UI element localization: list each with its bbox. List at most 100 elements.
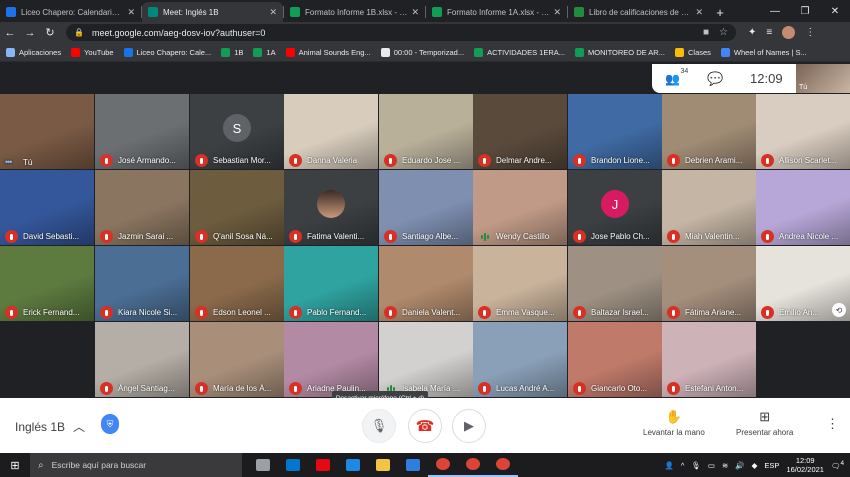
participant-tile[interactable]: Emilio An... ⟲: [756, 246, 850, 321]
leave-call-button[interactable]: ☎: [408, 409, 442, 443]
participant-tile[interactable]: Danna Valeria: [284, 94, 378, 169]
battery-icon[interactable]: ▭: [708, 461, 715, 470]
participant-tile[interactable]: S Sebastian Mor...: [190, 94, 284, 169]
mic-tray-icon[interactable]: 🎙: [691, 461, 701, 470]
participant-tile[interactable]: Ángel Santiag...: [95, 322, 189, 397]
reload-icon[interactable]: ↻: [40, 26, 60, 39]
chevron-up-tray-icon[interactable]: ^: [681, 461, 685, 470]
profile-avatar[interactable]: [782, 26, 796, 39]
participant-tile[interactable]: Kiara Nicole Si...: [95, 246, 189, 321]
participant-tile[interactable]: Brandon Lione...: [568, 94, 662, 169]
participant-tile[interactable]: Edson Leonel ...: [190, 246, 284, 321]
wifi-icon[interactable]: ≋: [722, 461, 728, 470]
reading-list-icon[interactable]: ≡: [766, 27, 772, 38]
minimize-icon[interactable]: —: [760, 0, 790, 22]
bookmark-item[interactable]: Liceo Chapero: Cale...: [123, 47, 211, 57]
chat-icon[interactable]: 💬: [707, 71, 723, 87]
participant-tile[interactable]: Ariadne Paulin...: [284, 322, 378, 397]
extensions-icon[interactable]: ✦: [748, 27, 756, 38]
tab-close-icon[interactable]: ✕: [553, 7, 561, 18]
forward-icon[interactable]: →: [20, 27, 40, 39]
participant-tile[interactable]: Estefani Anton...: [662, 322, 756, 397]
taskbar-search[interactable]: ⌕ Escribe aquí para buscar: [30, 453, 242, 477]
participant-tile[interactable]: Debrien Arami...: [662, 94, 756, 169]
volume-icon[interactable]: 🔊: [735, 461, 744, 470]
back-icon[interactable]: ←: [0, 27, 20, 39]
browser-menu-icon[interactable]: ⋮: [805, 27, 815, 38]
bookmark-item[interactable]: Animal Sounds Eng...: [285, 47, 371, 57]
bookmark-item[interactable]: 00:00 - Temporizad...: [380, 47, 464, 57]
bookmark-star-icon[interactable]: ☆: [719, 27, 728, 38]
participant-tile[interactable]: Giancarlo Oto...: [568, 322, 662, 397]
participant-tile[interactable]: Baltazar Israel...: [568, 246, 662, 321]
participant-tile[interactable]: Emma Vasque...: [473, 246, 567, 321]
participant-tile[interactable]: Jazmin Sarai ...: [95, 170, 189, 245]
participant-tile[interactable]: Erick Fernand...: [0, 246, 94, 321]
participant-tile[interactable]: Isabela María ...: [379, 322, 473, 397]
explorer-taskbar-icon[interactable]: [368, 453, 398, 477]
chrome-taskbar-icon[interactable]: [488, 453, 518, 477]
language-indicator[interactable]: ESP: [764, 461, 779, 470]
participant-tile[interactable]: Q'anil Sosa Ná...: [190, 170, 284, 245]
participant-tile[interactable]: ••• Tú: [0, 94, 94, 169]
participant-tile[interactable]: Eduardo Jose ...: [379, 94, 473, 169]
microphone-button[interactable]: 🎙: [362, 409, 396, 443]
tab-close-icon[interactable]: ✕: [269, 7, 277, 18]
participant-tile[interactable]: Allison Scarlet...: [756, 94, 850, 169]
participant-tile[interactable]: Miah Valentin...: [662, 170, 756, 245]
participant-tile[interactable]: Wendy Castillo: [473, 170, 567, 245]
tab-close-icon[interactable]: ✕: [411, 7, 419, 18]
tab-close-icon[interactable]: ✕: [127, 7, 135, 18]
address-bar[interactable]: 🔒 meet.google.com/aeg-dosv-iov?authuser=…: [66, 24, 736, 41]
browser-tab[interactable]: Formato Informe 1A.xlsx - Hoj ✕: [426, 2, 567, 22]
bookmark-item[interactable]: 1B: [221, 47, 243, 57]
participant-tile[interactable]: J Jose Pablo Ch...: [568, 170, 662, 245]
bookmark-item[interactable]: 1A: [253, 47, 276, 57]
present-now-button[interactable]: ⊞ Presentar ahora: [736, 409, 793, 437]
dell-taskbar-icon[interactable]: [278, 453, 308, 477]
edge-taskbar-icon[interactable]: [338, 453, 368, 477]
participant-tile[interactable]: Pablo Fernand...: [284, 246, 378, 321]
bookmark-item[interactable]: ACTIVIDADES 1ERA...: [474, 47, 565, 57]
chrome-taskbar-icon[interactable]: [458, 453, 488, 477]
windows-start-icon[interactable]: ⊞: [0, 459, 30, 472]
shield-icon[interactable]: ⛨: [101, 414, 119, 434]
participant-tile[interactable]: Fatima Valenti...: [284, 170, 378, 245]
meeting-details-button[interactable]: Inglés 1B ︿: [15, 418, 85, 435]
task-view-taskbar-icon[interactable]: [248, 453, 278, 477]
browser-tab[interactable]: Libro de calificaciones de Soc ✕: [568, 2, 709, 22]
bookmark-item[interactable]: YouTube: [71, 47, 114, 57]
participant-tile[interactable]: Andrea Nicole ...: [756, 170, 850, 245]
browser-tab[interactable]: Liceo Chapero: Calendario - m ✕: [0, 2, 141, 22]
participant-tile[interactable]: Delmar Andre...: [473, 94, 567, 169]
raise-hand-button[interactable]: ✋ Levantar la mano: [643, 409, 705, 437]
camera-button[interactable]: ▶: [452, 409, 486, 443]
new-tab-icon[interactable]: +: [709, 5, 731, 20]
participant-tile[interactable]: David Sebasti...: [0, 170, 94, 245]
mail-taskbar-icon[interactable]: [398, 453, 428, 477]
taskbar-clock[interactable]: 12:09 16/02/2021: [786, 456, 824, 474]
participant-tile[interactable]: Daniela Valent...: [379, 246, 473, 321]
restore-icon[interactable]: ❐: [790, 0, 820, 22]
browser-tab[interactable]: Meet: Inglés 1B ✕: [142, 2, 283, 22]
camera-icon[interactable]: ■: [703, 27, 709, 38]
bookmark-item[interactable]: Clases: [674, 47, 711, 57]
person-tray-icon[interactable]: 👤: [665, 461, 674, 470]
notifications-icon[interactable]: 🗨4: [831, 460, 844, 471]
participant-tile[interactable]: Fátima Ariane...: [662, 246, 756, 321]
bookmark-item[interactable]: Wheel of Names | S...: [720, 47, 807, 57]
chrome-taskbar-icon[interactable]: [428, 453, 458, 477]
netflix-taskbar-icon[interactable]: [308, 453, 338, 477]
close-window-icon[interactable]: ✕: [820, 0, 850, 22]
people-button[interactable]: 👥 34: [665, 68, 688, 86]
dropbox-icon[interactable]: ◆: [752, 461, 758, 470]
tile-options-icon[interactable]: ⟲: [832, 303, 846, 317]
tab-close-icon[interactable]: ✕: [695, 7, 703, 18]
participant-tile[interactable]: Lucas André A...: [473, 322, 567, 397]
participant-tile[interactable]: Santiago Albe...: [379, 170, 473, 245]
participant-tile[interactable]: José Armando...: [95, 94, 189, 169]
bookmark-item[interactable]: MONITOREO DE AR...: [575, 47, 665, 57]
bookmark-item[interactable]: Aplicaciones: [6, 47, 61, 57]
more-options-icon[interactable]: ⋮: [826, 416, 839, 432]
browser-tab[interactable]: Formato Informe 1B.xlsx - Hoj ✕: [284, 2, 425, 22]
